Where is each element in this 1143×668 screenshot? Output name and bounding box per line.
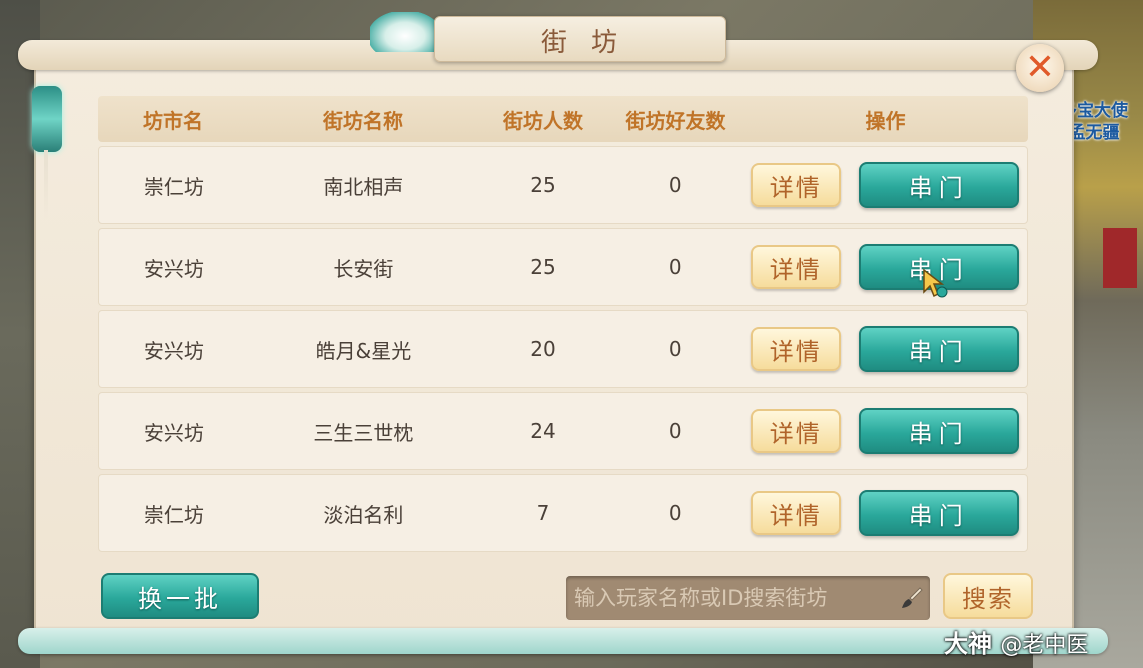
cell-street-name: 长安街 [333,256,394,281]
cell-actions: 详情 串门 [743,326,1027,372]
close-icon: ✕ [1024,47,1056,88]
background-pillar [1103,228,1137,288]
search-field[interactable] [566,576,930,620]
cell-actions: 详情 串门 [743,490,1027,536]
search-input[interactable] [566,576,884,620]
search-button[interactable]: 搜索 [943,573,1033,619]
cell-members: 24 [530,419,556,443]
table-row: 崇仁坊 南北相声 25 0 详情 串门 [98,146,1028,224]
table-row: 安兴坊 皓月&星光 20 0 详情 串门 [98,310,1028,388]
lantern-icon [32,86,62,152]
close-button[interactable]: ✕ [1016,44,1064,92]
cell-friends: 0 [668,173,682,197]
detail-button[interactable]: 详情 [750,409,841,453]
refresh-batch-button[interactable]: 换一批 [101,573,259,619]
cell-members: 25 [530,173,556,197]
watermark: 大神 @老中医 [944,624,1088,659]
panel-title: 街坊 [540,28,641,58]
watermark-brand: 大神 [944,630,992,658]
cell-actions: 详情 串门 [743,408,1027,454]
header-members: 街坊人数 [503,108,583,133]
visit-button[interactable]: 串门 [858,162,1019,208]
cell-friends: 0 [668,419,682,443]
cell-street-name: 南北相声 [323,174,404,199]
pointer-cursor-icon [923,268,948,298]
cell-friends: 0 [668,337,682,361]
cell-actions: 详情 串门 [743,244,1027,290]
cell-market: 崇仁坊 [143,174,204,199]
header-actions: 操作 [865,108,906,133]
cell-members: 25 [530,255,556,279]
cell-street-name: 三生三世枕 [313,420,414,445]
table-row: 安兴坊 三生三世枕 24 0 详情 串门 [98,392,1028,470]
lantern-tassel [44,150,48,220]
detail-button[interactable]: 详情 [750,245,841,289]
cell-market: 崇仁坊 [143,502,204,527]
cell-market: 安兴坊 [143,420,204,445]
lotus-ornament-icon [370,12,440,52]
cell-friends: 0 [668,501,682,525]
table-header: 坊市名 街坊名称 街坊人数 街坊好友数 操作 [98,96,1028,142]
cell-members: 7 [536,501,550,525]
table-row: 崇仁坊 淡泊名利 7 0 详情 串门 [98,474,1028,552]
visit-button[interactable]: 串门 [858,326,1019,372]
detail-button[interactable]: 详情 [750,163,841,207]
cell-market: 安兴坊 [143,256,204,281]
cell-members: 20 [530,337,556,361]
header-friends: 街坊好友数 [625,108,726,133]
cell-market: 安兴坊 [143,338,204,363]
visit-button[interactable]: 串门 [858,490,1019,536]
watermark-handle: @老中医 [1000,633,1089,658]
detail-button[interactable]: 详情 [750,327,841,371]
brush-icon[interactable] [896,584,924,612]
cell-friends: 0 [668,255,682,279]
cell-street-name: 淡泊名利 [323,502,404,527]
street-table: 坊市名 街坊名称 街坊人数 街坊好友数 操作 崇仁坊 南北相声 25 0 详情 … [98,96,1028,552]
header-market: 坊市名 [143,108,203,133]
header-street-name: 街坊名称 [323,108,403,133]
cell-street-name: 皓月&星光 [315,338,412,363]
cell-actions: 详情 串门 [743,162,1027,208]
visit-button[interactable]: 串门 [858,408,1019,454]
table-row: 安兴坊 长安街 25 0 详情 串门 [98,228,1028,306]
detail-button[interactable]: 详情 [750,491,841,535]
